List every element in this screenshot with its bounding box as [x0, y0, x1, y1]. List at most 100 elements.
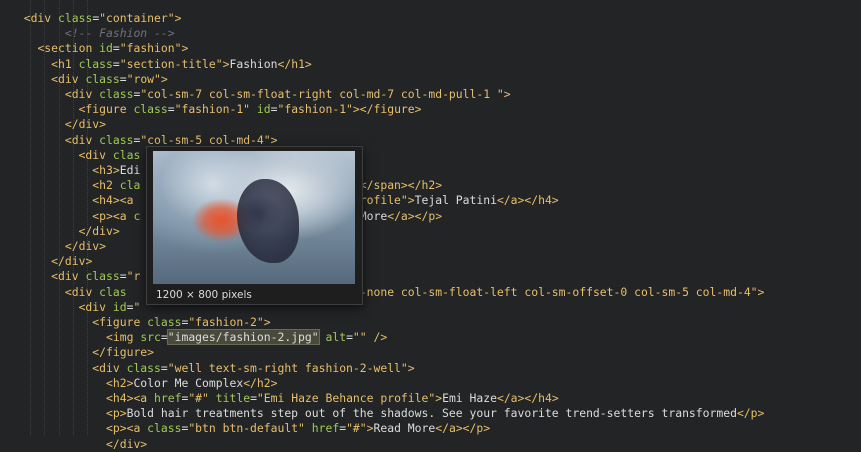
code-token: >: [407, 360, 415, 375]
code-line[interactable]: <div class="well text-sm-right fashion-2…: [10, 360, 415, 376]
code-line[interactable]: <h2>Color Me Complex</h2>: [10, 376, 277, 391]
code-line[interactable]: <!-- Fashion -->: [10, 26, 175, 41]
code-line[interactable]: <section id="fashion">: [10, 41, 188, 56]
code-token: />: [373, 330, 388, 345]
code-line[interactable]: </div>: [10, 239, 106, 254]
code-line[interactable]: <div class="col-sm-7 col-sm-float-right …: [10, 87, 511, 102]
code-line[interactable]: </div>: [10, 224, 120, 239]
code-token: >: [503, 87, 511, 101]
code-line[interactable]: </figure>: [10, 345, 154, 360]
code-token: class: [99, 132, 134, 147]
code-token: "fashion": [119, 41, 182, 56]
code-token: "Emi Haze Behance profile": [256, 391, 436, 405]
code-token: <h2: [92, 178, 113, 193]
code-line[interactable]: <div class="r: [10, 269, 140, 284]
code-token: <figure: [78, 102, 127, 117]
code-line[interactable]: </div>: [10, 254, 92, 269]
code-token: id: [256, 102, 271, 117]
portrait-silhouette: [237, 179, 299, 263]
code-line[interactable]: <figure class="fashion-2">: [10, 315, 271, 330]
code-token: <!-- Fashion -->: [64, 26, 175, 41]
fashion-image-thumbnail: [153, 151, 355, 284]
code-line[interactable]: <figure class="fashion-1" id="fashion-1"…: [10, 102, 422, 117]
code-token: href: [311, 421, 340, 436]
code-token: <div: [51, 71, 79, 86]
code-token: <div: [23, 11, 52, 25]
code-line[interactable]: </div>: [10, 117, 106, 132]
code-token: class: [78, 56, 113, 71]
code-token: <div: [78, 147, 107, 162]
code-line[interactable]: </div>: [10, 437, 147, 452]
code-token: "col-sm-5 col-md-4": [140, 132, 271, 147]
code-token: class: [126, 360, 161, 375]
code-token: <h4><a: [106, 391, 148, 405]
code-token: "fashion-1": [277, 102, 353, 117]
code-token: >: [263, 315, 271, 329]
code-token: <div: [64, 87, 93, 101]
code-token: <div: [64, 284, 93, 299]
code-line[interactable]: <img src="images/fashion-2.jpg" alt="" /…: [10, 329, 388, 346]
code-token: </div>: [78, 223, 120, 238]
code-line[interactable]: <p><a class="btn btn-default" href="#">R…: [10, 421, 490, 436]
code-token: >: [174, 11, 182, 25]
code-token: Read More: [373, 421, 436, 436]
code-line[interactable]: <div clas -xs-float-none col-sm-float-le…: [10, 284, 765, 300]
code-token: Fashion: [229, 56, 278, 71]
code-line[interactable]: <h1 class="section-title">Fashion</h1>: [10, 57, 312, 72]
code-token: </h2>: [243, 375, 278, 390]
code-token: class: [133, 102, 168, 117]
code-token: >: [270, 132, 278, 147]
code-line[interactable]: <div class="container">: [10, 11, 182, 26]
code-token: clas: [112, 147, 141, 162]
code-token: =: [167, 102, 175, 117]
code-token: Bold hair treatments step out of the sha…: [126, 406, 737, 421]
code-token: =: [160, 360, 168, 375]
code-editor[interactable]: <div class="container"> <!-- Fashion -->…: [0, 0, 861, 451]
code-line[interactable]: <h3>Edi: [10, 163, 140, 178]
code-line[interactable]: <div id=": [10, 300, 141, 315]
code-token: clas: [99, 284, 127, 299]
code-token: class: [147, 421, 182, 436]
code-token: </a></h4>: [496, 391, 559, 405]
code-token: <figure: [92, 315, 141, 329]
code-token: <section: [37, 41, 93, 56]
code-line[interactable]: <p>Bold hair treatments step out of the …: [10, 406, 764, 421]
code-token: <h3>: [92, 163, 120, 177]
code-token: >: [366, 421, 374, 436]
code-token: </h1>: [277, 56, 312, 71]
code-token: =: [112, 56, 120, 71]
code-token: "fashion-2": [188, 315, 264, 329]
code-line[interactable]: <h4><a href="#" title="Emi Haze Behance …: [10, 391, 559, 406]
code-token: "r: [126, 269, 141, 284]
code-line[interactable]: <div class="row">: [10, 72, 168, 87]
code-token: class: [58, 11, 93, 25]
code-token: </span></h2>: [359, 178, 443, 193]
code-token: <p><a: [106, 421, 141, 436]
